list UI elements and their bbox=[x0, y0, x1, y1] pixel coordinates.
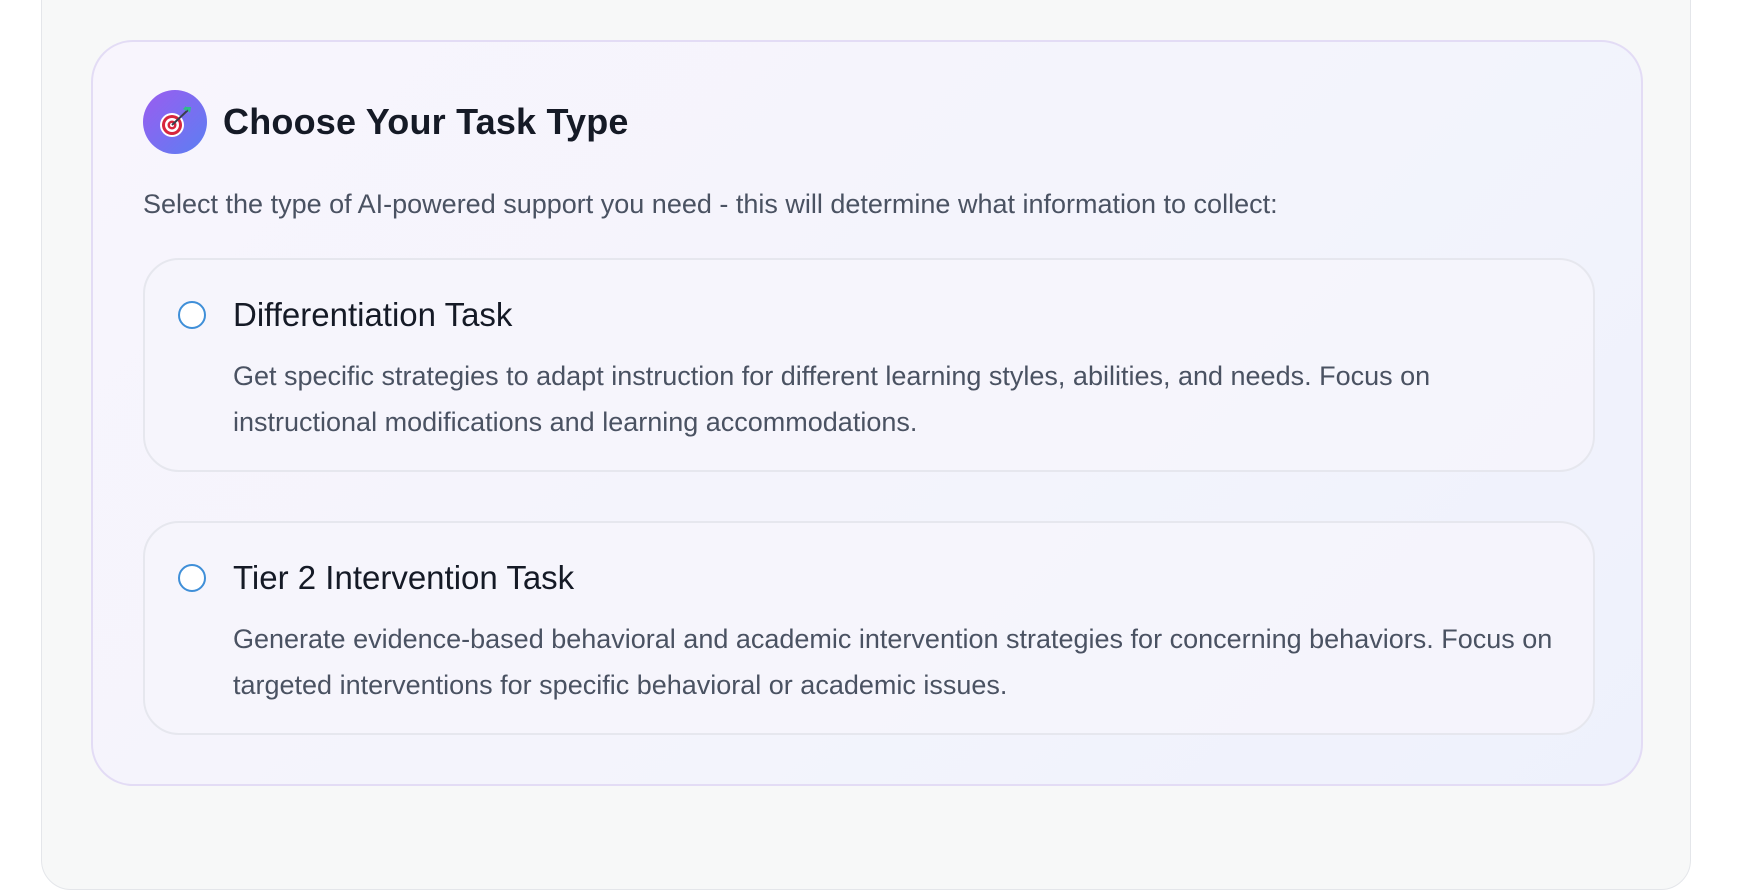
option-description: Get specific strategies to adapt instruc… bbox=[233, 361, 1431, 437]
option-title: Differentiation Task bbox=[233, 296, 513, 333]
option-tier-2-intervention-task[interactable]: Tier 2 Intervention Task Generate eviden… bbox=[143, 521, 1595, 735]
target-dart-icon bbox=[143, 90, 207, 154]
tier-2-intervention-radio-button[interactable] bbox=[178, 564, 206, 592]
differentiation-radio-button[interactable] bbox=[178, 301, 206, 329]
section-description: Select the type of AI-powered support yo… bbox=[143, 189, 1278, 219]
task-type-card: Choose Your Task Type Select the type of… bbox=[91, 40, 1643, 786]
section-title: Choose Your Task Type bbox=[223, 101, 629, 142]
option-differentiation-task[interactable]: Differentiation Task Get specific strate… bbox=[143, 258, 1595, 472]
option-title: Tier 2 Intervention Task bbox=[233, 559, 575, 596]
section-header: Choose Your Task Type bbox=[143, 90, 629, 154]
option-description: Generate evidence-based behavioral and a… bbox=[233, 624, 1553, 700]
